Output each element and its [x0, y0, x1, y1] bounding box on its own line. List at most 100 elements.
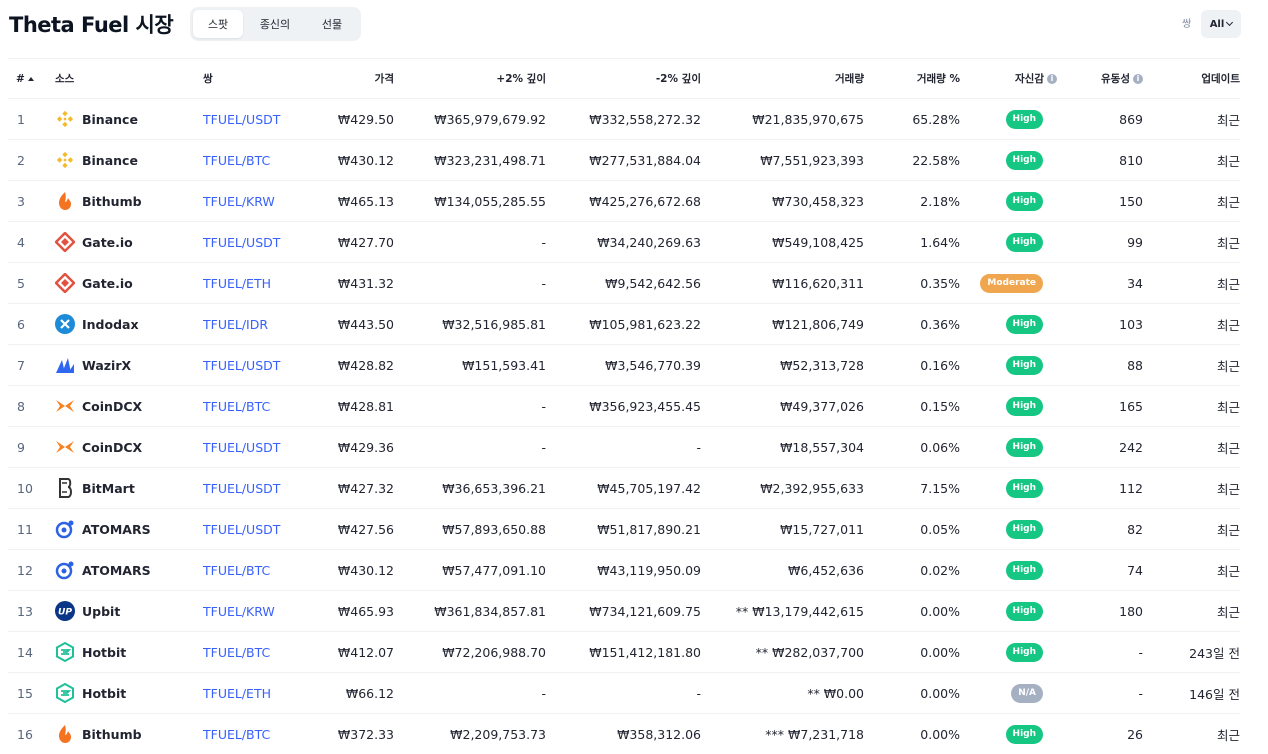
table-row[interactable]: 10 BitMart TFUEL/USDT ₩427.32 ₩36,653,396.21… — [8, 467, 1240, 509]
source-cell[interactable]: ATOMARS — [55, 508, 203, 550]
depth-minus-cell: - — [546, 672, 701, 714]
atomars-logo — [55, 519, 75, 539]
source-name[interactable]: ATOMARS — [82, 522, 151, 537]
source-cell[interactable]: BitMart — [55, 467, 203, 509]
liquidity-cell: - — [1057, 631, 1143, 673]
column-header-pair[interactable]: 쌍 — [203, 58, 293, 99]
column-header-volume-pct[interactable]: 거래량 % — [864, 58, 960, 99]
source-cell[interactable]: ATOMARS — [55, 549, 203, 591]
liquidity-cell: 112 — [1057, 467, 1143, 509]
pair-filter-select[interactable]: All — [1201, 10, 1241, 38]
source-name[interactable]: ATOMARS — [82, 563, 151, 578]
column-header-price[interactable]: 가격 — [293, 58, 394, 99]
column-header-depth-minus[interactable]: -2% 깊이 — [546, 58, 701, 99]
source-name[interactable]: BitMart — [82, 481, 135, 496]
pair-link[interactable]: TFUEL/USDT — [203, 440, 280, 455]
column-header-updated[interactable]: 업데이트 — [1143, 58, 1240, 99]
pair-link[interactable]: TFUEL/BTC — [203, 153, 270, 168]
volume-pct-cell: 2.18% — [864, 180, 960, 222]
source-cell[interactable]: Bithumb — [55, 180, 203, 222]
depth-plus-cell: ₩134,055,285.55 — [394, 180, 546, 222]
price-cell: ₩428.81 — [293, 385, 394, 427]
table-row[interactable]: 6 Indodax TFUEL/IDR ₩443.50 ₩32,516,985.81 ₩1… — [8, 303, 1240, 345]
table-row[interactable]: 13 UP Upbit TFUEL/KRW ₩465.93 ₩361,834,857.81… — [8, 590, 1240, 632]
rank-cell: 5 — [8, 262, 55, 304]
price-cell: ₩428.82 — [293, 344, 394, 386]
pair-link[interactable]: TFUEL/BTC — [203, 727, 270, 742]
source-cell[interactable]: WazirX — [55, 344, 203, 386]
price-cell: ₩429.36 — [293, 426, 394, 468]
source-name[interactable]: Gate.io — [82, 235, 133, 250]
table-row[interactable]: 4 Gate.io TFUEL/USDT ₩427.70- ₩34,240,269.63… — [8, 221, 1240, 263]
volume-cell: ₩2,392,955,633 — [701, 467, 864, 509]
source-name[interactable]: Hotbit — [82, 645, 126, 660]
tab-spot[interactable]: 스팟 — [193, 10, 243, 38]
source-name[interactable]: Binance — [82, 153, 138, 168]
source-cell[interactable]: CoinDCX — [55, 385, 203, 427]
info-icon[interactable]: i — [1047, 74, 1057, 84]
source-name[interactable]: Binance — [82, 112, 138, 127]
table-row[interactable]: 11 ATOMARS TFUEL/USDT ₩427.56 ₩57,893,650.88… — [8, 508, 1240, 550]
source-cell[interactable]: Binance — [55, 139, 203, 181]
column-header-confidence[interactable]: 자신감 i — [960, 58, 1057, 99]
pair-link[interactable]: TFUEL/ETH — [203, 276, 271, 291]
confidence-cell: High — [960, 98, 1057, 140]
liquidity-cell: 82 — [1057, 508, 1143, 550]
pair-link[interactable]: TFUEL/BTC — [203, 645, 270, 660]
source-name[interactable]: CoinDCX — [82, 399, 142, 414]
table-row[interactable]: 16 Bithumb TFUEL/BTC ₩372.33 ₩2,209,753.73 ₩3… — [8, 713, 1240, 754]
tab-futures[interactable]: 선물 — [307, 10, 357, 38]
pair-link[interactable]: TFUEL/USDT — [203, 522, 280, 537]
pair-link[interactable]: TFUEL/BTC — [203, 399, 270, 414]
source-cell[interactable]: CoinDCX — [55, 426, 203, 468]
pair-link[interactable]: TFUEL/USDT — [203, 112, 280, 127]
table-row[interactable]: 1 Binance TFUEL/USDT ₩429.50 ₩365,979,679.92… — [8, 98, 1240, 140]
table-row[interactable]: 8 CoinDCX TFUEL/BTC ₩428.81- ₩356,923,455.45… — [8, 385, 1240, 427]
confidence-cell: High — [960, 426, 1057, 468]
pair-link[interactable]: TFUEL/KRW — [203, 604, 275, 619]
table-row[interactable]: 7 WazirX TFUEL/USDT ₩428.82 ₩151,593.41 ₩3,54… — [8, 344, 1240, 386]
depth-minus-cell: ₩9,542,642.56 — [546, 262, 701, 304]
updated-cell: 최근 — [1143, 590, 1240, 632]
confidence-badge: High — [1005, 397, 1043, 416]
source-name[interactable]: Upbit — [82, 604, 120, 619]
pair-link[interactable]: TFUEL/KRW — [203, 194, 275, 209]
source-cell[interactable]: Indodax — [55, 303, 203, 345]
volume-cell: ₩730,458,323 — [701, 180, 864, 222]
pair-link[interactable]: TFUEL/USDT — [203, 358, 280, 373]
column-header-rank[interactable]: # — [8, 58, 55, 99]
table-row[interactable]: 9 CoinDCX TFUEL/USDT ₩429.36- - ₩18,557,304 0.… — [8, 426, 1240, 468]
table-row[interactable]: 3 Bithumb TFUEL/KRW ₩465.13 ₩134,055,285.55 ₩… — [8, 180, 1240, 222]
source-cell[interactable]: UP Upbit — [55, 590, 203, 632]
table-row[interactable]: 15 Hotbit TFUEL/ETH ₩66.12- - ** ₩0.00 0.00% N/… — [8, 672, 1240, 714]
source-name[interactable]: Indodax — [82, 317, 139, 332]
pair-link[interactable]: TFUEL/USDT — [203, 481, 280, 496]
pair-link[interactable]: TFUEL/ETH — [203, 686, 271, 701]
source-name[interactable]: CoinDCX — [82, 440, 142, 455]
column-header-depth-plus[interactable]: +2% 깊이 — [394, 58, 546, 99]
source-cell[interactable]: Hotbit — [55, 672, 203, 714]
source-cell[interactable]: Gate.io — [55, 262, 203, 304]
info-icon[interactable]: i — [1133, 74, 1143, 84]
column-header-volume[interactable]: 거래량 — [701, 58, 864, 99]
source-name[interactable]: WazirX — [82, 358, 131, 373]
source-name[interactable]: Bithumb — [82, 194, 142, 209]
source-name[interactable]: Hotbit — [82, 686, 126, 701]
table-row[interactable]: 12 ATOMARS TFUEL/BTC ₩430.12 ₩57,477,091.10 ₩… — [8, 549, 1240, 591]
pair-link[interactable]: TFUEL/IDR — [203, 317, 268, 332]
column-header-liquidity[interactable]: 유동성 i — [1057, 58, 1143, 99]
source-cell[interactable]: Bithumb — [55, 713, 203, 754]
source-cell[interactable]: Binance — [55, 98, 203, 140]
source-cell[interactable]: Hotbit — [55, 631, 203, 673]
column-header-source[interactable]: 소스 — [55, 58, 203, 99]
pair-link[interactable]: TFUEL/USDT — [203, 235, 280, 250]
bithumb-logo — [55, 191, 75, 211]
tab-perpetual[interactable]: 종신의 — [243, 10, 307, 38]
source-name[interactable]: Gate.io — [82, 276, 133, 291]
table-row[interactable]: 2 Binance TFUEL/BTC ₩430.12 ₩323,231,498.71 ₩… — [8, 139, 1240, 181]
pair-link[interactable]: TFUEL/BTC — [203, 563, 270, 578]
source-cell[interactable]: Gate.io — [55, 221, 203, 263]
source-name[interactable]: Bithumb — [82, 727, 142, 742]
table-row[interactable]: 14 Hotbit TFUEL/BTC ₩412.07 ₩72,206,988.70 ₩1… — [8, 631, 1240, 673]
table-row[interactable]: 5 Gate.io TFUEL/ETH ₩431.32- ₩9,542,642.56 ₩1… — [8, 262, 1240, 304]
